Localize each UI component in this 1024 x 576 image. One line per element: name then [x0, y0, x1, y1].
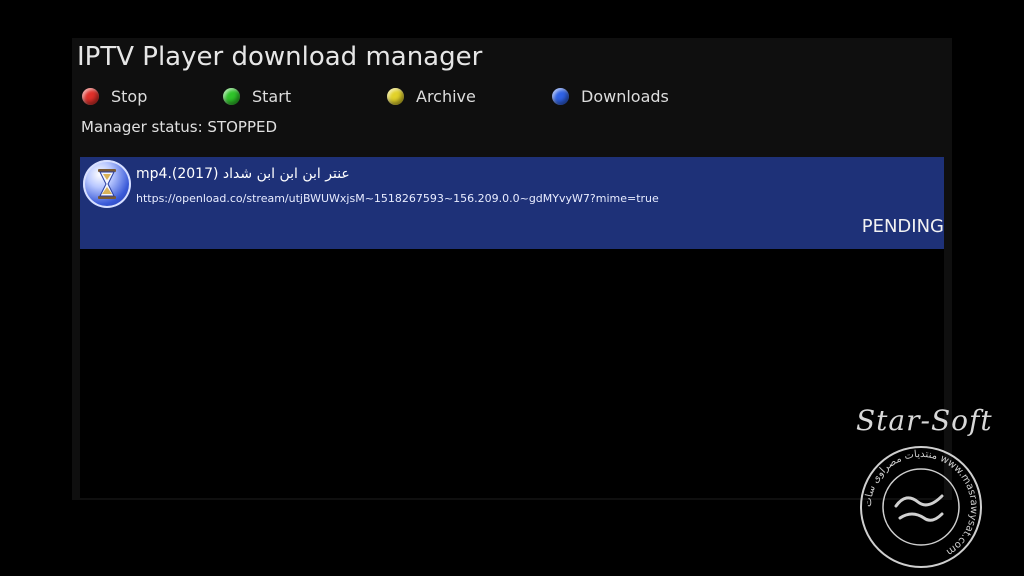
download-manager-panel: IPTV Player download manager Stop Start … — [72, 38, 952, 500]
legend-downloads-label: Downloads — [581, 87, 669, 106]
window-title: IPTV Player download manager — [77, 42, 483, 72]
legend-archive-label: Archive — [416, 87, 476, 106]
blue-circle-icon — [552, 88, 569, 105]
legend-start-label: Start — [252, 87, 292, 106]
download-url: https://openload.co/stream/utjBWUWxjsM~1… — [136, 192, 659, 205]
star-soft-watermark: Star-Soft منتديات مصراوى سات www.masrawy… — [852, 404, 1012, 572]
list-item[interactable]: عنتر ابن ابن ابن شداد (2017).mp4 https:/… — [80, 157, 944, 249]
download-list[interactable]: عنتر ابن ابن ابن شداد (2017).mp4 https:/… — [80, 157, 944, 498]
legend-stop-label: Stop — [111, 87, 148, 106]
watermark-seal: منتديات مصراوى سات www.masrawysat.com — [860, 446, 982, 568]
download-title: عنتر ابن ابن ابن شداد (2017).mp4 — [136, 166, 350, 182]
download-status: PENDING — [861, 216, 944, 237]
watermark-brand: Star-Soft — [856, 404, 993, 437]
legend-archive[interactable]: Archive — [387, 87, 476, 106]
legend-downloads[interactable]: Downloads — [552, 87, 669, 106]
yellow-circle-icon — [387, 88, 404, 105]
hourglass-icon — [83, 160, 131, 208]
red-circle-icon — [82, 88, 99, 105]
legend-start[interactable]: Start — [223, 87, 291, 106]
manager-status: Manager status: STOPPED — [81, 118, 278, 136]
green-circle-icon — [223, 88, 240, 105]
legend-stop[interactable]: Stop — [82, 87, 147, 106]
